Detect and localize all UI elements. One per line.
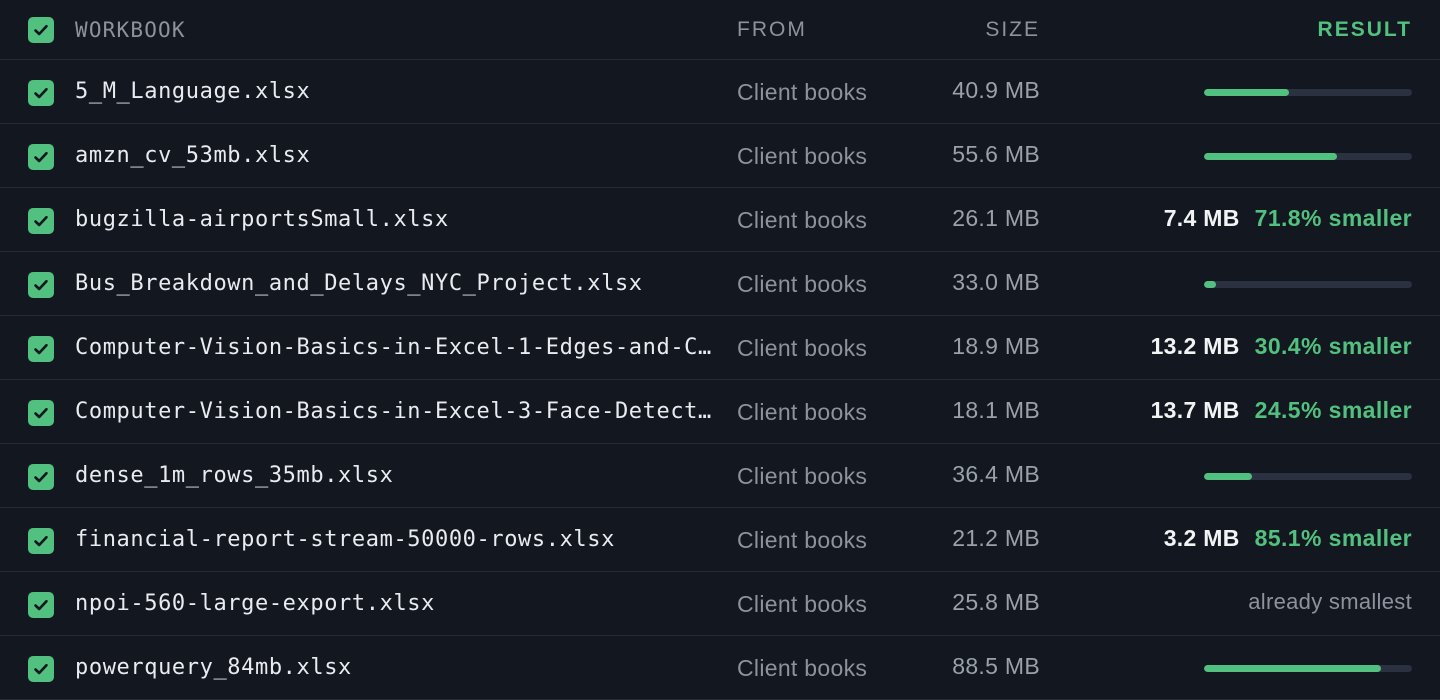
workbook-size: 40.9 MB [952,77,1040,103]
column-header-from[interactable]: FROM [737,0,807,60]
row-checkbox[interactable] [28,336,54,362]
column-header-size[interactable]: SIZE [985,0,1040,60]
workbook-table: WORKBOOK FROM SIZE RESULT 5_M_Language.x… [0,0,1440,700]
progress-fill [1204,88,1290,96]
workbook-result: 13.2 MB 30.4% smaller [1151,316,1412,376]
checkmark-icon [34,599,48,611]
workbook-result: 3.2 MB 85.1% smaller [1164,508,1412,568]
table-body: 5_M_Language.xlsx Client books 40.9 MB amzn… [0,60,1440,700]
workbook-name[interactable]: dense_1m_rows_35mb.xlsx [75,444,715,508]
workbook-source: Client books [737,655,868,681]
table-row[interactable]: bugzilla-airportsSmall.xlsx Client books 2… [0,188,1440,252]
workbook-size: 88.5 MB [952,653,1040,679]
workbook-result: already smallest [1248,572,1412,632]
table-row[interactable]: Computer-Vision-Basics-in-Excel-3-Face-D… [0,380,1440,444]
workbook-name[interactable]: Bus_Breakdown_and_Delays_NYC_Project.xls… [75,252,715,316]
column-header-workbook[interactable]: WORKBOOK [75,0,186,60]
workbook-source: Client books [737,463,868,489]
checkmark-icon [34,343,48,355]
optimized-size: 3.2 MB [1163,524,1240,551]
reduction-percent: 85.1% smaller [1254,524,1412,551]
checkmark-icon [34,215,48,227]
workbook-size: 33.0 MB [952,269,1040,295]
row-checkbox[interactable] [28,656,54,682]
result-status: already smallest [1248,589,1412,614]
progress-bar [1204,280,1412,288]
checkmark-icon [34,151,48,163]
workbook-name[interactable]: bugzilla-airportsSmall.xlsx [75,188,715,252]
workbook-source: Client books [737,591,868,617]
progress-bar [1204,472,1412,480]
checkmark-icon [34,24,48,36]
row-checkbox[interactable] [28,272,54,298]
table-header: WORKBOOK FROM SIZE RESULT [0,0,1440,60]
select-all-checkbox[interactable] [28,17,54,43]
workbook-result [1204,252,1412,312]
workbook-size: 36.4 MB [952,461,1040,487]
workbook-name[interactable]: powerquery_84mb.xlsx [75,636,715,700]
reduction-percent: 71.8% smaller [1254,204,1412,231]
workbook-result [1204,124,1412,184]
table-row[interactable]: powerquery_84mb.xlsx Client books 88.5 MB [0,636,1440,700]
optimized-size: 13.2 MB [1150,332,1240,359]
workbook-source: Client books [737,143,868,169]
workbook-source: Client books [737,399,868,425]
workbook-size: 18.9 MB [952,333,1040,359]
reduction-percent: 30.4% smaller [1254,332,1412,359]
table-row[interactable]: amzn_cv_53mb.xlsx Client books 55.6 MB [0,124,1440,188]
progress-fill [1204,664,1381,672]
table-row[interactable]: npoi-560-large-export.xlsx Client books 25… [0,572,1440,636]
progress-fill [1204,280,1217,288]
checkmark-icon [34,663,48,675]
progress-bar [1204,664,1412,672]
row-checkbox[interactable] [28,400,54,426]
column-header-result[interactable]: RESULT [1318,0,1412,60]
row-checkbox[interactable] [28,144,54,170]
workbook-size: 18.1 MB [952,397,1040,423]
workbook-size: 25.8 MB [952,589,1040,615]
workbook-size: 21.2 MB [952,525,1040,551]
row-checkbox[interactable] [28,592,54,618]
progress-fill [1204,152,1338,160]
row-checkbox[interactable] [28,80,54,106]
checkmark-icon [34,407,48,419]
workbook-result [1204,60,1412,120]
workbook-name[interactable]: Computer-Vision-Basics-in-Excel-1-Edges-… [75,316,715,380]
workbook-name[interactable]: amzn_cv_53mb.xlsx [75,124,715,188]
workbook-size: 55.6 MB [952,141,1040,167]
workbook-result: 13.7 MB 24.5% smaller [1151,380,1412,440]
workbook-name[interactable]: financial-report-stream-50000-rows.xlsx [75,508,715,572]
table-row[interactable]: dense_1m_rows_35mb.xlsx Client books 36.4 … [0,444,1440,508]
workbook-result [1204,444,1412,504]
workbook-name[interactable]: Computer-Vision-Basics-in-Excel-3-Face-D… [75,380,715,444]
workbook-source: Client books [737,271,868,297]
workbook-size: 26.1 MB [952,205,1040,231]
table-row[interactable]: financial-report-stream-50000-rows.xlsx C… [0,508,1440,572]
checkmark-icon [34,279,48,291]
workbook-source: Client books [737,527,868,553]
optimized-size: 7.4 MB [1163,204,1240,231]
progress-fill [1204,472,1252,480]
progress-bar [1204,152,1412,160]
reduction-percent: 24.5% smaller [1254,396,1412,423]
table-row[interactable]: Computer-Vision-Basics-in-Excel-1-Edges-… [0,316,1440,380]
table-row[interactable]: 5_M_Language.xlsx Client books 40.9 MB [0,60,1440,124]
row-checkbox[interactable] [28,208,54,234]
workbook-source: Client books [737,207,868,233]
workbook-result [1204,636,1412,696]
checkmark-icon [34,535,48,547]
workbook-source: Client books [737,79,868,105]
workbook-result: 7.4 MB 71.8% smaller [1164,188,1412,248]
checkmark-icon [34,471,48,483]
progress-bar [1204,88,1412,96]
checkmark-icon [34,87,48,99]
table-row[interactable]: Bus_Breakdown_and_Delays_NYC_Project.xls… [0,252,1440,316]
workbook-name[interactable]: npoi-560-large-export.xlsx [75,572,715,636]
row-checkbox[interactable] [28,528,54,554]
workbook-name[interactable]: 5_M_Language.xlsx [75,60,715,124]
row-checkbox[interactable] [28,464,54,490]
optimized-size: 13.7 MB [1150,396,1240,423]
workbook-source: Client books [737,335,868,361]
